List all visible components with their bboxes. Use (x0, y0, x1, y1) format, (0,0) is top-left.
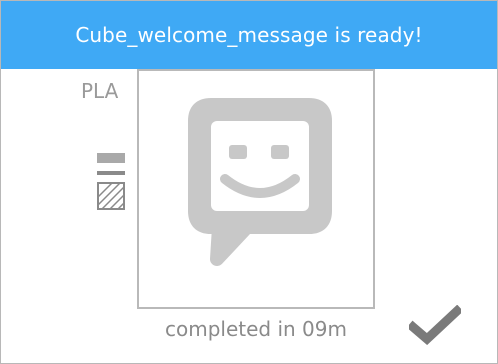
material-label: PLA (81, 79, 119, 103)
print-ready-dialog: Cube_welcome_message is ready! PLA compl… (0, 0, 498, 364)
model-thumbnail (137, 69, 375, 309)
checkmark-icon[interactable] (409, 305, 461, 345)
completion-status-text: completed in 09m (165, 317, 347, 341)
filament-layers-icon (97, 153, 125, 210)
dialog-title: Cube_welcome_message is ready! (75, 23, 423, 47)
smiley-speech-bubble-icon (188, 98, 332, 266)
dialog-header: Cube_welcome_message is ready! (1, 1, 497, 69)
